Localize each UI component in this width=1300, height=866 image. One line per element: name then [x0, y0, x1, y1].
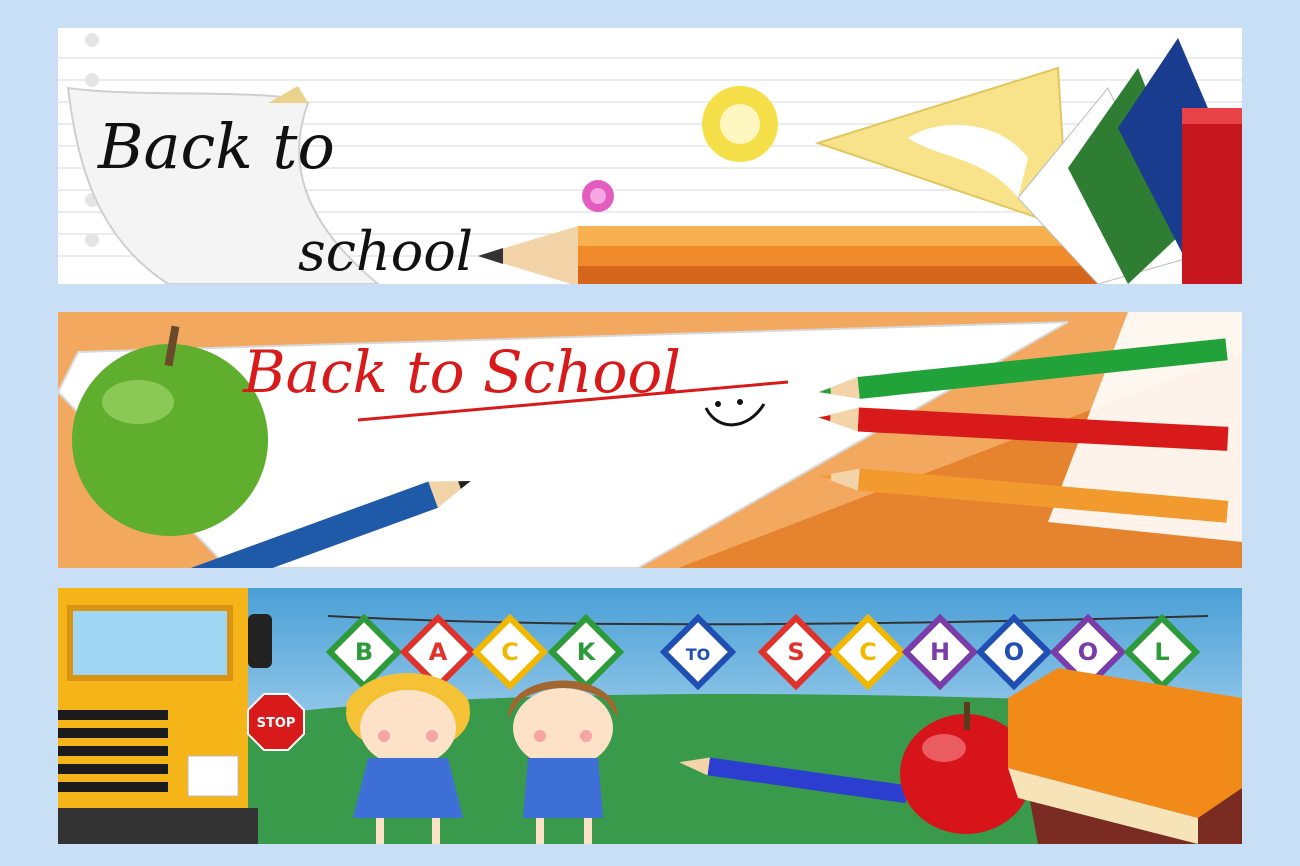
schoolyard-illustration: B A C K TO S C H O O L STOP	[58, 588, 1242, 844]
bunting-flag-letter: K	[577, 638, 597, 666]
bunting-flag-letter: TO	[686, 645, 711, 664]
bunting-flag-letter: H	[930, 638, 950, 666]
stop-sign-icon: STOP	[247, 693, 305, 751]
bunting-flag-letter: O	[1004, 638, 1024, 666]
stop-sign-label: STOP	[257, 716, 296, 731]
bunting-flag-letter: O	[1078, 638, 1098, 666]
banner-desk: Back to School	[58, 312, 1242, 568]
bunting-flag-letter: L	[1154, 638, 1169, 666]
school-bus-icon	[58, 588, 272, 844]
banner2-title: Back to School	[242, 338, 681, 406]
banner1-title-line1: Back to	[97, 110, 335, 183]
banner1-title-line2: school	[298, 220, 473, 283]
book-stack-icon	[1008, 668, 1242, 844]
banner-schoolyard: B A C K TO S C H O O L STOP	[58, 588, 1242, 844]
bunting-flag-letter: B	[355, 638, 373, 666]
bunting-flag-letter: S	[787, 638, 804, 666]
pencil-icon	[478, 226, 1098, 284]
bunting-flag-letter: C	[859, 638, 877, 666]
banner-notebook: Back to school	[58, 28, 1242, 284]
bunting-flag-letter: C	[501, 638, 519, 666]
desk-illustration: Back to School	[58, 312, 1242, 568]
bunting-flag-letter: A	[429, 638, 448, 666]
notebook-illustration: Back to school	[58, 33, 1242, 284]
